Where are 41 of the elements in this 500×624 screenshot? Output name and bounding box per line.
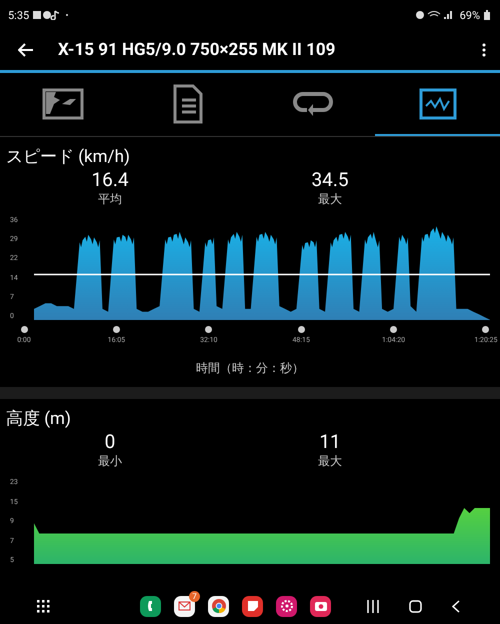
tick-dot <box>298 326 305 333</box>
stat-label: 平均 <box>98 191 122 208</box>
status-time: 5:35 <box>8 8 30 22</box>
axis-label: 時間（時：分：秒） <box>195 360 305 377</box>
battery-percent: 69% <box>460 8 480 22</box>
tick-dot <box>390 326 398 333</box>
map-icon <box>42 88 84 120</box>
stat-label: 最大 <box>318 453 342 470</box>
tick-dot <box>205 326 212 333</box>
stat-value: 16.4 <box>91 168 129 191</box>
recent-apps-icon[interactable] <box>367 600 379 612</box>
tick-dot <box>112 326 120 333</box>
flower-icon <box>280 600 292 612</box>
more-menu-icon[interactable] <box>482 43 486 57</box>
note-icon <box>248 601 258 611</box>
camera-app-icon[interactable] <box>310 596 331 616</box>
battery-icon <box>484 10 490 20</box>
notes-app-icon[interactable] <box>242 596 263 616</box>
pulse-graph-icon <box>418 88 456 120</box>
browser-app-icon[interactable] <box>208 596 229 616</box>
home-icon[interactable] <box>409 600 422 612</box>
activity-title: X-15 91 HG5/9.0 750×255 MK II 109 <box>58 40 336 60</box>
back-icon[interactable] <box>452 600 460 612</box>
notification-badge: 7 <box>189 590 200 602</box>
section-heading: 高度 (m) <box>5 408 72 430</box>
tick-dot <box>482 326 490 333</box>
envelope-icon <box>178 601 191 611</box>
stat-value: 11 <box>319 430 341 453</box>
camera-icon <box>314 601 326 611</box>
flower-app-icon[interactable] <box>276 596 297 616</box>
stat-value: 0 <box>104 430 116 453</box>
phone-app-icon[interactable] <box>140 596 161 616</box>
stat-label: 最大 <box>318 191 342 208</box>
back-arrow-icon[interactable] <box>18 43 34 57</box>
section-heading: スピード (km/h) <box>5 146 131 168</box>
tick-dot <box>20 326 28 333</box>
browser-logo-icon <box>210 598 226 614</box>
document-icon <box>172 84 202 124</box>
stat-value: 34.5 <box>311 168 349 191</box>
stat-label: 最小 <box>98 453 122 470</box>
app-grid-icon[interactable] <box>36 599 50 613</box>
